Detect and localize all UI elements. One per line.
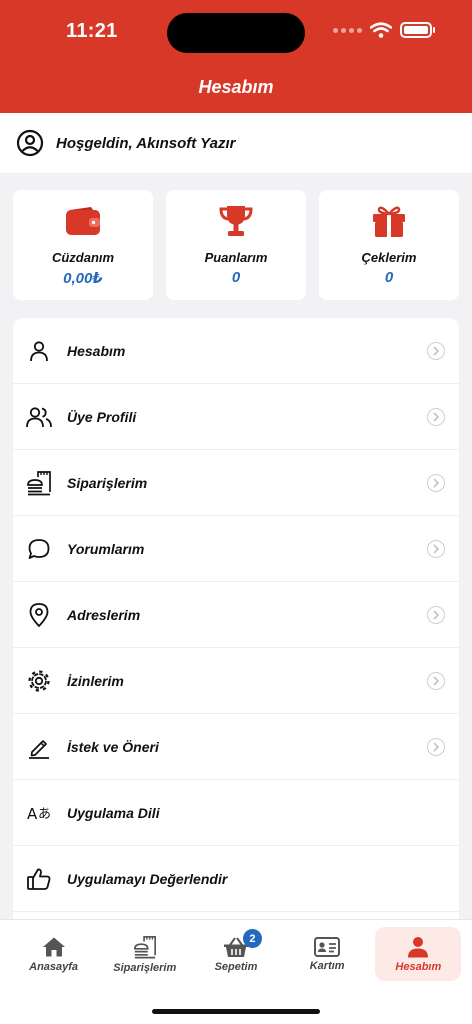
welcome-text: Hoşgeldin, Akınsoft Yazır (56, 134, 236, 152)
tab-card[interactable]: Kartım (284, 927, 370, 981)
wallet-card[interactable]: Cüzdanım 0,00₺ (13, 190, 153, 300)
menu-item-label: İstek ve Öneri (67, 738, 159, 755)
chevron-right-icon (427, 671, 445, 690)
chevron-right-icon (427, 473, 445, 492)
menu-item-orders[interactable]: Siparişlerim (13, 450, 459, 516)
language-icon: Aあ (27, 805, 51, 823)
menu-item-rate-app[interactable]: Uygulamayı Değerlendir (13, 846, 459, 912)
menu-item-account[interactable]: Hesabım (13, 318, 459, 384)
tab-home[interactable]: Anasayfa (11, 927, 97, 981)
wallet-icon (66, 207, 100, 235)
tab-label: Sepetim (214, 960, 258, 973)
menu-item-suggestions[interactable]: İstek ve Öneri (13, 714, 459, 780)
menu-item-permissions[interactable]: İzinlerim (13, 648, 459, 714)
menu-item-label: Üye Profili (67, 408, 137, 425)
menu-item-addresses[interactable]: Adreslerim (13, 582, 459, 648)
chevron-right-icon (427, 539, 445, 558)
user-icon (408, 936, 429, 957)
chevron-right-icon (427, 737, 445, 756)
home-icon (42, 937, 65, 956)
menu-item-label: Uygulamayı Değerlendir (67, 870, 228, 887)
tab-label: Kartım (309, 959, 345, 972)
summary-cards: Cüzdanım 0,00₺ Puanlarım 0 Çeklerim 0 (13, 190, 459, 300)
basket-count-badge: 2 (242, 929, 262, 948)
orders-icon (133, 935, 156, 958)
menu-item-label: Uygulama Dili (67, 804, 160, 821)
app-header: 11:21 Hesabım (0, 0, 472, 113)
signal-icon (333, 27, 362, 33)
wallet-value: 0,00₺ (63, 270, 103, 287)
trophy-icon (219, 206, 253, 236)
menu-item-reviews[interactable]: Yorumlarım (13, 516, 459, 582)
menu-item-app-language[interactable]: Aあ Uygulama Dili (13, 780, 459, 846)
user-circle-icon (16, 129, 44, 157)
wallet-label: Cüzdanım (51, 250, 115, 265)
thumbs-up-icon (27, 868, 51, 890)
tab-account[interactable]: Hesabım (375, 927, 462, 981)
tab-label: Anasayfa (29, 960, 79, 973)
user-icon (30, 340, 48, 361)
svg-text:A: A (27, 805, 38, 823)
pencil-icon (29, 739, 49, 759)
points-card[interactable]: Puanlarım 0 (166, 190, 306, 300)
status-time: 11:21 (66, 20, 118, 42)
page-title: Hesabım (198, 77, 274, 97)
comment-icon (28, 538, 50, 559)
wifi-icon (370, 22, 392, 38)
checks-label: Çeklerim (361, 250, 417, 265)
bottom-tab-bar: Anasayfa Siparişlerim Sepetim 2 Kartım H… (0, 920, 472, 1024)
svg-text:あ: あ (38, 807, 51, 822)
dynamic-island (167, 13, 305, 53)
menu-item-label: İzinlerim (67, 672, 124, 689)
status-icons (333, 22, 435, 38)
id-card-icon (314, 936, 341, 957)
battery-icon (400, 22, 435, 38)
menu-item-member-profile[interactable]: Üye Profili (13, 384, 459, 450)
points-value: 0 (231, 269, 241, 286)
welcome-row: Hoşgeldin, Akınsoft Yazır (0, 113, 472, 173)
users-icon (26, 406, 52, 427)
tab-basket[interactable]: Sepetim 2 (193, 927, 279, 981)
account-menu: Hesabım Üye Profili Siparişlerim Yorumla… (13, 318, 459, 938)
checks-value: 0 (384, 269, 394, 286)
tab-label: Hesabım (395, 960, 442, 973)
tab-orders[interactable]: Siparişlerim (102, 927, 188, 981)
points-label: Puanlarım (204, 250, 268, 265)
location-pin-icon (29, 602, 49, 627)
menu-item-label: Yorumlarım (67, 540, 145, 557)
menu-item-label: Adreslerim (67, 606, 141, 623)
menu-item-label: Hesabım (67, 342, 126, 359)
gear-icon (28, 669, 50, 692)
chevron-right-icon (427, 407, 445, 426)
gift-icon (373, 206, 405, 237)
chevron-right-icon (427, 341, 445, 360)
menu-item-label: Siparişlerim (67, 474, 148, 491)
home-indicator[interactable] (152, 1009, 320, 1014)
tab-label: Siparişlerim (113, 961, 177, 974)
orders-icon (27, 470, 51, 495)
chevron-right-icon (427, 605, 445, 624)
checks-card[interactable]: Çeklerim 0 (319, 190, 459, 300)
